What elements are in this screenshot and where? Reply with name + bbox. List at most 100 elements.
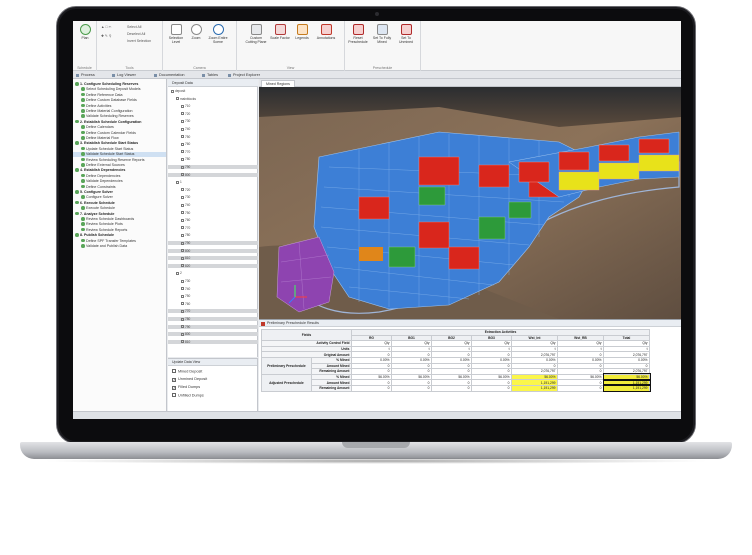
expand-icon[interactable] [181, 249, 184, 253]
process-step[interactable]: Review Schedule Dashboards [73, 217, 166, 222]
tree-node[interactable]: 780 [168, 157, 258, 161]
tree-node[interactable]: deposit [168, 89, 258, 93]
process-step-header[interactable]: 8. Publish Schedule [73, 233, 166, 238]
expand-icon[interactable] [181, 226, 184, 230]
tree-node[interactable]: 810 [168, 256, 258, 261]
yellow-block[interactable] [638, 154, 680, 172]
process-step[interactable]: Define SPF Transfer Templates [73, 238, 166, 244]
expand-icon[interactable] [181, 112, 184, 116]
tree-node[interactable]: 790 [168, 324, 258, 329]
tab-log-viewer[interactable]: Log Viewer [111, 72, 136, 79]
tree-node[interactable]: 800 [168, 332, 258, 337]
expand-icon[interactable] [171, 89, 174, 93]
plus-icon[interactable]: ✚ [101, 34, 104, 38]
legends-button[interactable]: Legends [291, 24, 313, 40]
process-step-header[interactable]: 7. Analyze Schedule [73, 211, 166, 217]
checkbox[interactable]: ✓ [172, 385, 176, 390]
process-step[interactable]: Configure Solver [73, 195, 166, 200]
red-block[interactable] [418, 221, 450, 249]
tree-node[interactable]: 720 [168, 188, 258, 192]
expand-icon[interactable] [181, 211, 184, 215]
expand-icon[interactable] [181, 294, 184, 298]
expand-icon[interactable] [181, 218, 184, 222]
tree-node[interactable]: 730 [168, 119, 258, 123]
tree-node[interactable]: 760 [168, 302, 258, 306]
expand-icon[interactable] [181, 264, 184, 268]
red-block[interactable] [598, 144, 630, 162]
process-step[interactable]: Validate Scheduling Reserves [73, 114, 166, 119]
pencil-icon[interactable]: ✎ [105, 34, 108, 38]
zoom-button[interactable]: Zoom [185, 24, 207, 40]
legend-item[interactable]: ✓ Unmined Deposit [172, 377, 207, 382]
yellow-block[interactable] [558, 171, 600, 191]
expand-icon[interactable] [181, 203, 184, 207]
expand-icon[interactable] [181, 256, 184, 260]
tree-node[interactable]: 810 [168, 339, 258, 344]
green-block[interactable] [418, 186, 446, 206]
process-step[interactable]: Validate and Publish Data [73, 244, 166, 249]
process-step[interactable]: Define Dependencies [73, 173, 166, 179]
tab-process[interactable]: Process [75, 72, 95, 79]
process-step[interactable]: Define Calendars [73, 125, 166, 130]
deselect-all-button[interactable]: Deselect All [127, 32, 145, 36]
expand-icon[interactable] [181, 142, 184, 146]
process-step[interactable]: Validate Dependencies [73, 179, 166, 184]
process-step[interactable]: Define Reference Data [73, 92, 166, 98]
red-block[interactable] [558, 151, 590, 171]
red-block[interactable] [448, 246, 480, 270]
tree-node[interactable]: 1 [168, 180, 258, 184]
expand-icon[interactable] [181, 165, 184, 169]
tab-tables[interactable]: Tables [201, 72, 218, 79]
table-cell[interactable]: 1,191,299 [511, 384, 558, 392]
table-cell[interactable]: 0 [351, 384, 392, 392]
selection-level-button[interactable]: Selection Level [165, 24, 187, 44]
process-step[interactable]: Validate Schedule Start Status [73, 152, 166, 158]
yellow-block[interactable] [598, 162, 640, 180]
table-cell[interactable]: 1,191,299 [602, 384, 651, 392]
red-block[interactable] [358, 196, 390, 220]
legend-item[interactable]: Unfilled Dumps [172, 393, 204, 398]
tree-node[interactable]: 790 [168, 241, 258, 245]
green-block[interactable] [388, 246, 416, 268]
tab-mined-regions[interactable]: Mined Regions [261, 80, 295, 87]
tree-node[interactable]: 770 [168, 150, 258, 154]
expand-icon[interactable] [181, 157, 184, 161]
checkbox[interactable]: ✓ [172, 377, 176, 382]
red-block[interactable] [418, 156, 460, 186]
process-step[interactable]: Review Schedule Plots [73, 222, 166, 227]
legend-item[interactable]: ✓ Filled Dumps [172, 385, 200, 390]
tree-node[interactable]: 710 [168, 104, 258, 108]
green-block[interactable] [508, 201, 532, 219]
tree-node[interactable]: 740 [168, 127, 258, 131]
process-step[interactable]: Review Schedule Reports [73, 227, 166, 233]
checkbox[interactable] [172, 369, 176, 373]
expand-icon[interactable] [181, 309, 184, 313]
reset-preschedule-button[interactable]: Reset Preschedule [347, 24, 369, 44]
process-step-header[interactable]: 1. Configure Scheduling Reserves [73, 82, 166, 87]
tree-node[interactable]: 770 [168, 309, 258, 314]
tree-node[interactable]: mainblocks [168, 97, 258, 101]
expand-icon[interactable] [181, 150, 184, 154]
expand-icon[interactable] [181, 127, 184, 131]
process-step-header[interactable]: 6. Execute Schedule [73, 200, 166, 206]
expand-icon[interactable] [181, 119, 184, 123]
expand-icon[interactable] [181, 195, 184, 199]
process-step-header[interactable]: 5. Configure Solver [73, 190, 166, 195]
table-cell[interactable]: 0 [391, 384, 432, 392]
checkbox[interactable] [172, 393, 176, 397]
expand-icon[interactable] [181, 332, 184, 336]
tree-node[interactable]: 820 [168, 263, 258, 268]
expand-icon[interactable] [181, 317, 184, 321]
process-step-header[interactable]: 2. Establish Schedule Configuration [73, 119, 166, 125]
tree-node[interactable]: 750 [168, 294, 258, 298]
expand-icon[interactable] [176, 97, 179, 101]
process-step[interactable]: Define Custom Database Fields [73, 98, 166, 103]
table-cell[interactable]: 0 [431, 384, 472, 392]
red-block[interactable] [478, 164, 510, 188]
custom-cutting-plane-button[interactable]: Custom Cutting Plane [245, 24, 267, 44]
red-block[interactable] [638, 138, 670, 154]
tree-node[interactable]: 2 [168, 271, 258, 275]
tree-node[interactable]: 770 [168, 226, 258, 230]
red-block[interactable] [518, 161, 550, 183]
tree-node[interactable]: 740 [168, 203, 258, 207]
